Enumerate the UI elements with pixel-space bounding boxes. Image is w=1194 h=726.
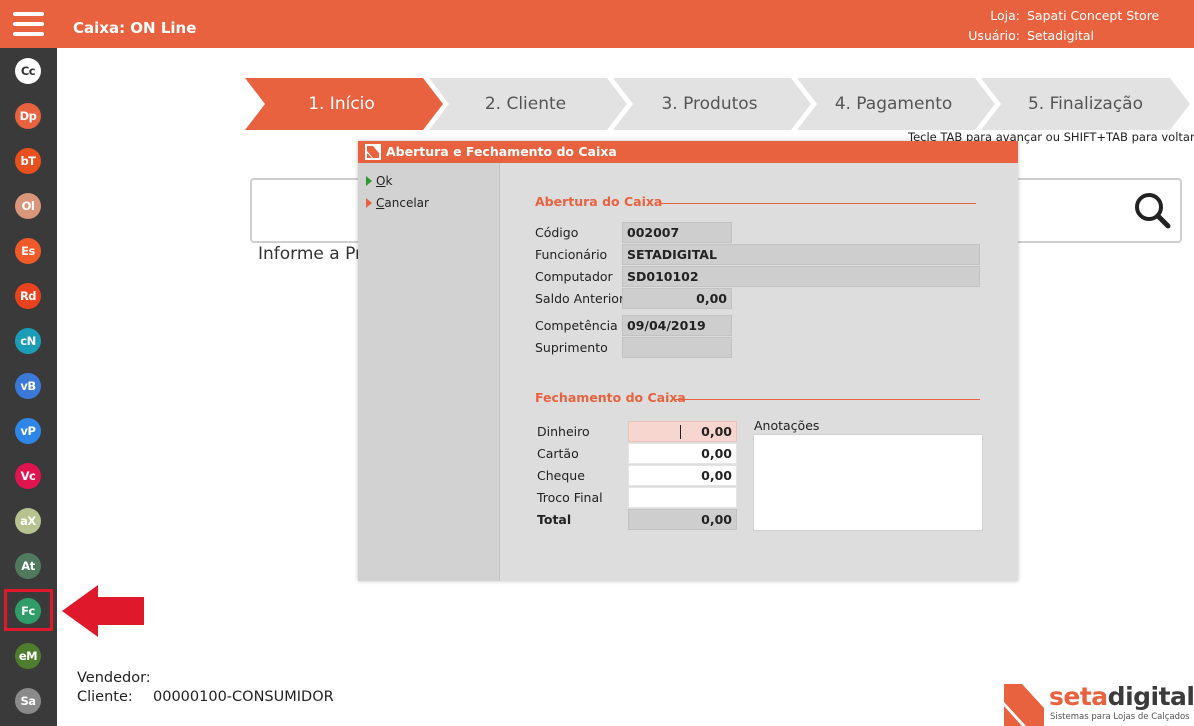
page-title: Caixa: ON Line bbox=[73, 19, 197, 37]
seller-label: Vendedor: bbox=[77, 670, 151, 686]
dialog-title-bar[interactable]: Abertura e Fechamento do Caixa bbox=[358, 141, 1018, 163]
red-arrow-icon bbox=[62, 585, 144, 637]
client-value: 00000100-CONSUMIDOR bbox=[153, 689, 334, 705]
search-hint: Informe a Pr bbox=[258, 244, 363, 264]
cash-dialog: Abertura e Fechamento do Caixa Ok Cancel… bbox=[358, 141, 1018, 581]
sidebar-item-em[interactable]: eM bbox=[15, 643, 41, 669]
closing-divider bbox=[674, 399, 980, 400]
ok-arrow-icon bbox=[366, 176, 372, 186]
competencia-label: Competência bbox=[535, 318, 618, 333]
text-cursor bbox=[680, 425, 681, 439]
sidebar-item-ax[interactable]: aX bbox=[15, 508, 41, 534]
cancel-arrow-icon bbox=[366, 198, 372, 208]
total-label: Total bbox=[537, 512, 572, 527]
codigo-field: 002007 bbox=[622, 222, 732, 243]
store-name: Sapati Concept Store bbox=[1027, 8, 1160, 23]
sidebar-item-cn[interactable]: cN bbox=[15, 328, 41, 354]
funcionario-field: SETADIGITAL bbox=[622, 244, 980, 265]
dialog-logo-icon bbox=[365, 144, 381, 160]
step-pagamento[interactable]: 4. Pagamento bbox=[817, 78, 970, 130]
anotacoes-textarea[interactable] bbox=[753, 434, 983, 531]
dinheiro-input[interactable]: 0,00 bbox=[628, 421, 737, 442]
header-values: Sapati Concept Store Setadigital bbox=[1027, 6, 1159, 46]
search-icon[interactable] bbox=[1132, 190, 1172, 230]
ok-accel: O bbox=[376, 174, 386, 188]
hamburger-menu-icon[interactable] bbox=[0, 0, 57, 48]
sidebar-item-es[interactable]: Es bbox=[15, 238, 41, 264]
wizard-steps: 1. Início 2. Cliente 3. Produtos 4. Paga… bbox=[245, 78, 1190, 130]
step-cliente[interactable]: 2. Cliente bbox=[449, 78, 602, 130]
sidebar-item-at[interactable]: At bbox=[15, 553, 41, 579]
sidebar-item-sa[interactable]: Sa bbox=[15, 688, 41, 714]
cheque-input[interactable]: 0,00 bbox=[628, 465, 737, 486]
header-labels: Loja: Usuário: bbox=[968, 6, 1020, 46]
ok-button[interactable]: Ok bbox=[366, 174, 392, 188]
computador-field: SD010102 bbox=[622, 266, 980, 287]
user-label: Usuário: bbox=[968, 28, 1020, 43]
dinheiro-value: 0,00 bbox=[701, 424, 732, 439]
suprimento-field[interactable] bbox=[622, 337, 732, 358]
client-label: Cliente: bbox=[77, 689, 133, 705]
competencia-field: 09/04/2019 bbox=[622, 315, 732, 336]
brand-name: setadigital bbox=[1049, 683, 1194, 711]
cheque-label: Cheque bbox=[537, 468, 585, 483]
dialog-title: Abertura e Fechamento do Caixa bbox=[386, 144, 617, 159]
troco-final-input[interactable] bbox=[628, 487, 737, 508]
sidebar-item-rd[interactable]: Rd bbox=[15, 283, 41, 309]
dialog-action-panel: Ok Cancelar bbox=[358, 163, 500, 581]
highlight-box bbox=[4, 589, 53, 631]
sidebar-item-vc[interactable]: Vc bbox=[15, 463, 41, 489]
saldo-anterior-field: 0,00 bbox=[622, 288, 732, 309]
brand-name-b: digital bbox=[1107, 682, 1194, 711]
cartao-input[interactable]: 0,00 bbox=[628, 443, 737, 464]
sidebar-item-vp[interactable]: vP bbox=[15, 418, 41, 444]
opening-section-title: Abertura do Caixa bbox=[535, 194, 663, 209]
funcionario-label: Funcionário bbox=[535, 247, 608, 262]
step-finalizacao[interactable]: 5. Finalização bbox=[1001, 78, 1170, 130]
dinheiro-label: Dinheiro bbox=[537, 424, 590, 439]
top-bar: Caixa: ON Line Loja: Usuário: Sapati Con… bbox=[0, 0, 1194, 48]
ok-rest: k bbox=[385, 174, 393, 188]
step-produtos[interactable]: 3. Produtos bbox=[633, 78, 786, 130]
closing-section-title: Fechamento do Caixa bbox=[535, 390, 686, 405]
user-name: Setadigital bbox=[1027, 28, 1095, 43]
sidebar-item-bt[interactable]: bT bbox=[15, 148, 41, 174]
brand-tagline: Sistemas para Lojas de Calçados bbox=[1050, 712, 1190, 722]
saldo-anterior-label: Saldo Anterior bbox=[535, 291, 625, 306]
sidebar-item-cc[interactable]: Cc bbox=[15, 58, 41, 84]
troco-final-label: Troco Final bbox=[537, 490, 603, 505]
cancel-rest: ancelar bbox=[384, 196, 429, 210]
sidebar-item-vb[interactable]: vB bbox=[15, 373, 41, 399]
store-label: Loja: bbox=[990, 8, 1020, 23]
opening-divider bbox=[660, 203, 976, 204]
sidebar-item-dp[interactable]: Dp bbox=[15, 103, 41, 129]
cartao-label: Cartão bbox=[537, 446, 579, 461]
sidebar-item-ol[interactable]: Ol bbox=[15, 193, 41, 219]
cancel-button[interactable]: Cancelar bbox=[366, 196, 429, 210]
computador-label: Computador bbox=[535, 269, 613, 284]
brand-name-a: seta bbox=[1049, 682, 1108, 711]
app-window: Caixa: ON Line Loja: Usuário: Sapati Con… bbox=[0, 0, 1194, 726]
total-field: 0,00 bbox=[628, 509, 737, 530]
cancel-accel: C bbox=[376, 196, 385, 210]
suprimento-label: Suprimento bbox=[535, 340, 608, 355]
codigo-label: Código bbox=[535, 225, 579, 240]
anotacoes-label: Anotações bbox=[754, 418, 820, 433]
step-inicio[interactable]: 1. Início bbox=[265, 78, 418, 130]
